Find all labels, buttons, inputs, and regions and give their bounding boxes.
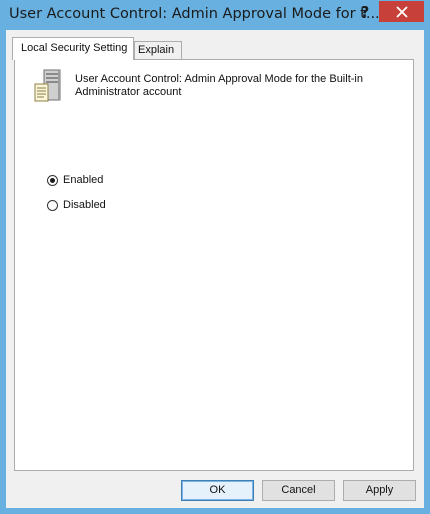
dialog-client-area: Local Security Setting Explain User Acco… xyxy=(6,30,424,508)
server-policy-icon xyxy=(34,69,61,102)
apply-button[interactable]: Apply xyxy=(343,480,416,501)
enabled-option[interactable]: Enabled xyxy=(47,172,103,188)
enabled-radio[interactable] xyxy=(47,174,58,186)
close-button[interactable] xyxy=(379,1,424,22)
disabled-option[interactable]: Disabled xyxy=(47,197,106,213)
disabled-radio[interactable] xyxy=(47,199,58,211)
disabled-label: Disabled xyxy=(63,199,106,211)
help-button[interactable]: ? xyxy=(354,3,376,23)
policy-title: User Account Control: Admin Approval Mod… xyxy=(75,73,363,98)
cancel-button[interactable]: Cancel xyxy=(262,480,335,501)
tab-panel: User Account Control: Admin Approval Mod… xyxy=(14,59,414,471)
tab-explain[interactable]: Explain xyxy=(134,41,182,60)
window-title: User Account Control: Admin Approval Mod… xyxy=(9,6,380,22)
enabled-label: Enabled xyxy=(63,174,104,186)
title-bar[interactable]: User Account Control: Admin Approval Mod… xyxy=(0,0,430,30)
ok-button[interactable]: OK xyxy=(181,480,254,501)
dialog-window: User Account Control: Admin Approval Mod… xyxy=(0,0,430,514)
close-icon xyxy=(395,5,408,18)
tab-local-security-setting[interactable]: Local Security Setting xyxy=(12,37,134,60)
